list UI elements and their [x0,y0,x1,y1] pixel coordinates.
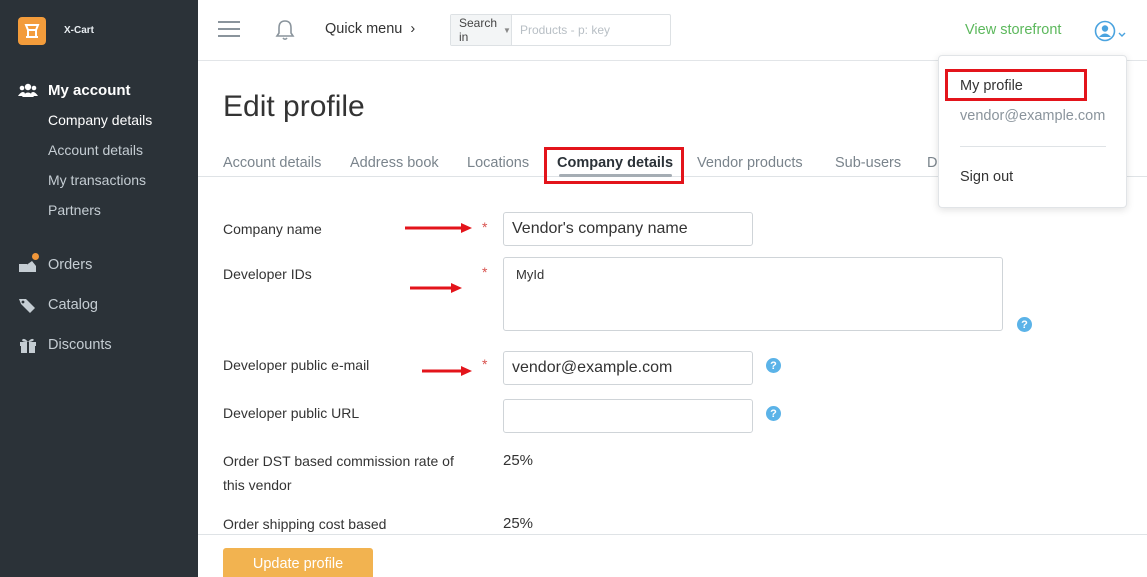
sidebar-item-my-account[interactable]: My account [0,78,198,102]
red-arrow-icon [422,366,472,376]
sidebar-item-discounts[interactable]: Discounts [0,325,198,365]
tab-truncated[interactable]: D [927,155,937,171]
orders-badge [32,253,39,260]
sidebar-item-orders[interactable]: Orders [0,245,198,285]
shipping-value: 25% [503,515,534,532]
developer-url-field[interactable] [503,399,753,433]
required-mark: * [482,264,488,280]
xcart-logo-icon[interactable] [18,16,46,45]
sidebar: X-Cart My account Company details Accoun… [0,0,198,577]
commission-label-line2: this vendor [223,477,292,493]
tab-locations[interactable]: Locations [467,155,529,171]
company-name-field[interactable]: Vendor's company name [503,212,753,246]
menu-user-email: vendor@example.com [960,108,1106,124]
chevron-down-icon [1118,25,1126,43]
shipping-label: Order shipping cost based [223,516,387,532]
users-icon [18,82,38,98]
highlight-my-profile [945,69,1087,101]
developer-ids-label: Developer IDs [223,266,312,282]
chevron-right-icon: › [410,21,416,37]
required-mark: * [482,219,488,235]
gift-icon [18,337,38,353]
tab-sub-users[interactable]: Sub-users [835,155,901,171]
sidebar-subitem-partners[interactable]: Partners [0,195,198,225]
menu-divider [960,146,1106,147]
quick-menu-label: Quick menu [325,21,403,37]
update-profile-button[interactable]: Update profile [223,548,373,577]
sidebar-item-label: Catalog [48,297,98,313]
help-icon[interactable]: ? [766,358,781,373]
orders-icon [18,253,39,273]
commission-value: 25% [503,452,534,469]
company-name-label: Company name [223,221,322,237]
search-box: Search in ▼ [450,14,675,46]
search-in-select[interactable]: Search in ▼ [451,15,512,45]
sidebar-item-label: Orders [48,257,93,273]
brand: X-Cart [0,0,198,61]
sidebar-item-label: Discounts [48,337,112,353]
sidebar-item-catalog[interactable]: Catalog [0,285,198,325]
sidebar-subitem-company-details[interactable]: Company details [0,105,198,135]
highlight-company-details-tab [544,147,684,184]
sidebar-subitem-account-details[interactable]: Account details [0,135,198,165]
developer-email-field[interactable]: vendor@example.com [503,351,753,385]
search-input[interactable] [511,15,675,45]
search-in-label: Search in [459,16,498,44]
top-bar: Quick menu › Search in ▼ View storefront [198,0,1147,61]
user-avatar-icon [1094,20,1116,47]
sidebar-subitem-my-transactions[interactable]: My transactions [0,165,198,195]
tab-account-details[interactable]: Account details [223,155,321,171]
brand-name: X-Cart [64,25,95,36]
developer-email-label: Developer public e-mail [223,357,370,373]
view-storefront-link[interactable]: View storefront [965,22,1061,38]
bell-icon[interactable] [275,19,295,46]
hamburger-menu-icon[interactable] [218,21,240,39]
help-icon[interactable]: ? [766,406,781,421]
developer-url-label: Developer public URL [223,405,360,421]
tag-icon [18,297,38,313]
user-menu-button[interactable] [1094,20,1126,47]
commission-label-line1: Order DST based commission rate of [223,453,454,469]
sidebar-item-label: My account [48,81,131,99]
page-title: Edit profile [223,90,365,123]
sticky-footer: Update profile [198,534,1147,577]
nav-my-account: My account Company details Account detai… [0,78,198,225]
quick-menu-button[interactable]: Quick menu › [325,21,415,37]
menu-item-sign-out[interactable]: Sign out [960,169,1013,185]
caret-down-icon: ▼ [503,25,511,35]
required-mark: * [482,356,488,372]
red-arrow-icon [410,283,462,293]
red-arrow-icon [405,223,472,233]
developer-ids-textarea[interactable]: MyId [503,257,1003,331]
help-icon[interactable]: ? [1017,317,1032,332]
tab-vendor-products[interactable]: Vendor products [697,155,803,171]
tab-address-book[interactable]: Address book [350,155,439,171]
